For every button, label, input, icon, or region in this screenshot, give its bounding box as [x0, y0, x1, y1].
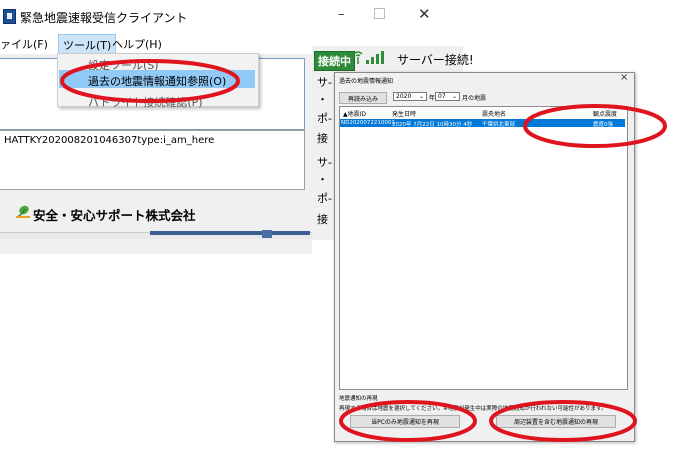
table-cell: 千葉県北東部 — [482, 122, 516, 128]
side-label: 接 — [317, 213, 328, 226]
chevron-down-icon: ⌄ — [451, 93, 457, 100]
side-label: ポ- — [317, 192, 332, 205]
maximize-button[interactable] — [374, 8, 385, 19]
menu-item-past-quake-info[interactable]: 過去の地震情報通知参照(O) — [88, 73, 226, 89]
leaf-logo-icon — [16, 205, 30, 218]
column-header-intensity[interactable]: 観点震度 — [593, 109, 617, 118]
replay-section-label: 地震通知の再現 — [339, 396, 378, 402]
taskbar-app-icon — [262, 230, 272, 238]
table-cell: 2020年 7月22日 10時30分 4秒 — [392, 122, 473, 128]
signal-bars-icon — [353, 51, 384, 64]
log-text: HATTKY202008201046307type:i_am_here — [4, 135, 215, 146]
reload-button[interactable]: 再読み込み — [339, 92, 387, 104]
menu-file[interactable]: ァイル(F) — [0, 36, 48, 52]
dialog-close-button[interactable]: × — [620, 72, 628, 83]
replay-pc-only-button[interactable]: 当PCのみ地震通知を再現 — [350, 415, 460, 428]
year-select[interactable]: 2020 ⌄ — [393, 92, 427, 101]
side-label: ・ — [317, 173, 328, 186]
side-label: サ- — [317, 156, 332, 169]
side-label: サ- — [317, 76, 332, 89]
menu-item-settings[interactable]: 設定ツール(S) — [88, 57, 159, 73]
column-header-id[interactable]: ▲地震ID — [343, 109, 366, 118]
taskbar-fragment — [150, 231, 310, 235]
minimize-button[interactable]: – — [338, 7, 345, 22]
window-title: 緊急地震速報受信クライアント — [20, 11, 188, 25]
chevron-down-icon: ⌄ — [418, 93, 424, 100]
menu-help[interactable]: ヘルプ(H) — [112, 36, 162, 52]
table-cell: ND2020072210001 — [341, 120, 395, 126]
side-label: ・ — [317, 93, 328, 106]
close-button[interactable]: ✕ — [418, 5, 431, 23]
server-status-text: サーバー接続! — [397, 53, 474, 67]
column-header-datetime[interactable]: 発生日時 — [392, 109, 416, 118]
dialog-title: 過去の地震情報通知 — [339, 78, 394, 85]
side-label: 接 — [317, 132, 328, 145]
replay-instructions: 再現する場合は地震を選択してください。※地震が発生中は実際の地震通知が行われない… — [339, 406, 607, 412]
month-select[interactable]: 07 ⌄ — [435, 92, 460, 101]
year-value: 2020 — [396, 93, 412, 100]
app-icon — [3, 9, 16, 24]
quake-table — [339, 106, 628, 390]
month-label: 月の地震 — [462, 95, 487, 102]
month-value: 07 — [438, 93, 446, 100]
replay-with-peripherals-button[interactable]: 周辺装置を含む地震通知の再現 — [496, 415, 616, 428]
table-cell: 震度0強 — [593, 122, 613, 128]
column-header-epicenter[interactable]: 震央地名 — [482, 109, 506, 118]
menu-item-patlite-check[interactable]: パトライト接続確認(P) — [88, 94, 203, 110]
side-label: ポ- — [317, 112, 332, 125]
company-name: 安全・安心サポート株式会社 — [33, 208, 196, 223]
